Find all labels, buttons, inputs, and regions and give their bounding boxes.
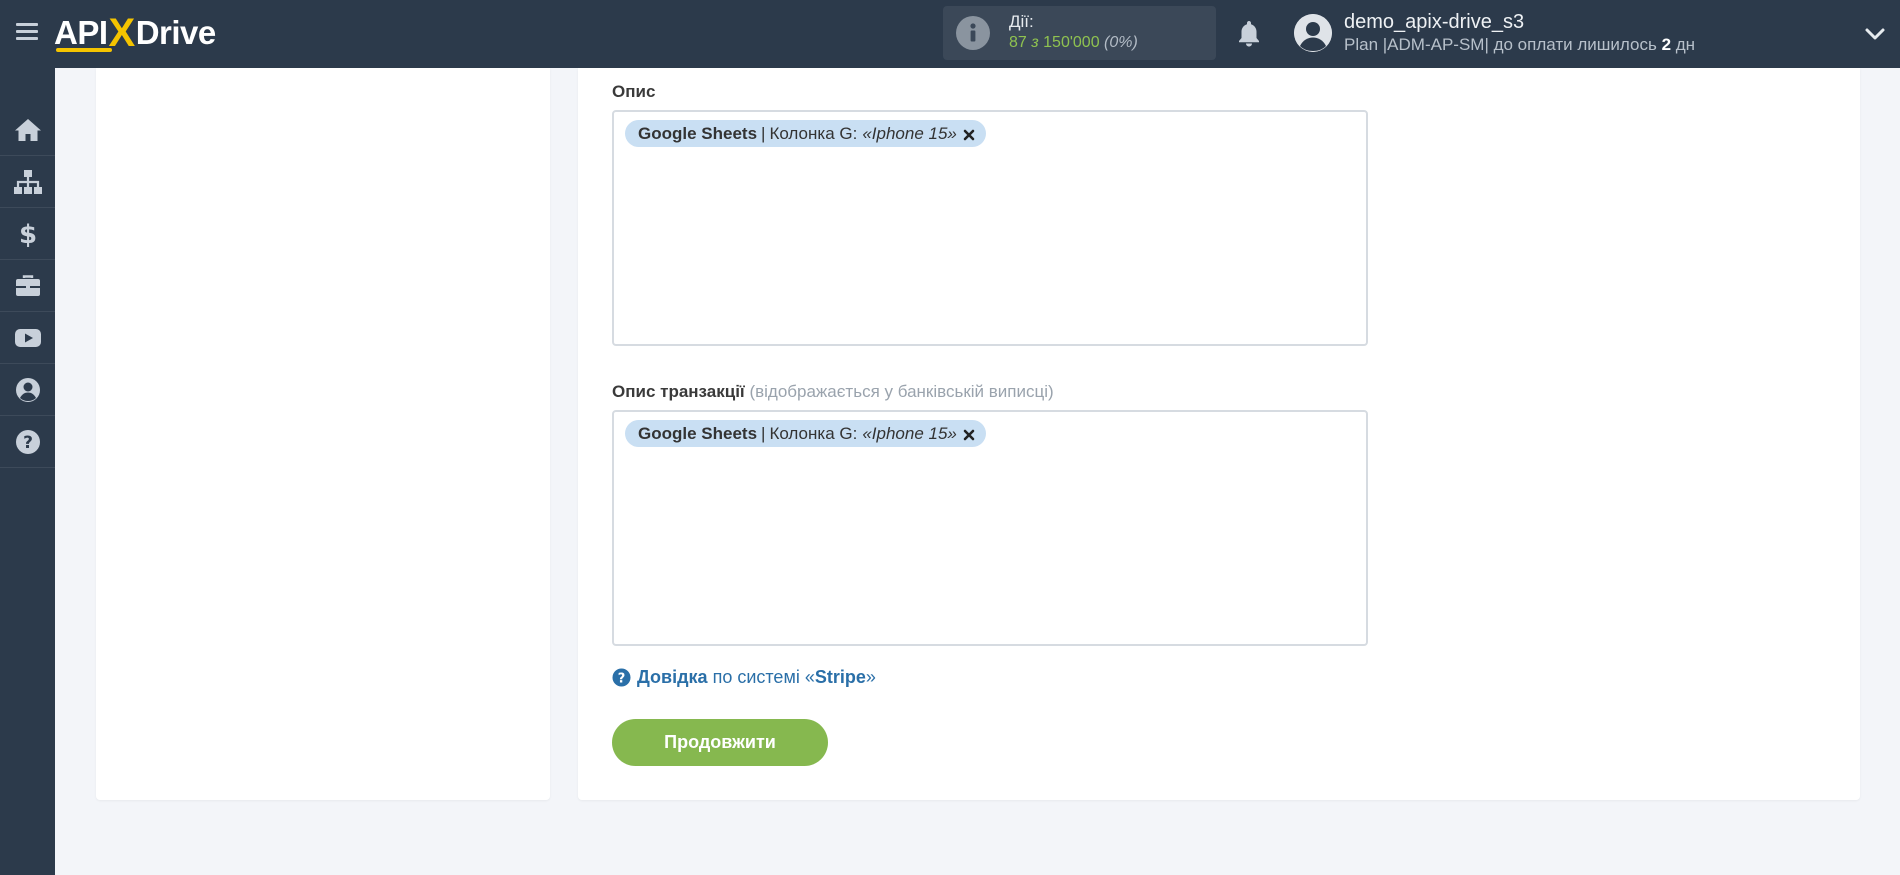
sidebar: $ ? bbox=[0, 68, 55, 875]
help-system: Stripe bbox=[814, 667, 866, 687]
chip-value: «Iphone 15» bbox=[862, 423, 957, 443]
chip-source: Google Sheets bbox=[638, 423, 758, 443]
main-panel: Опис Google Sheets | Колонка G: «Iphone … bbox=[578, 68, 1860, 800]
youtube-icon bbox=[14, 328, 41, 347]
continue-button[interactable]: Продовжити bbox=[612, 719, 828, 766]
chip-source: Google Sheets bbox=[638, 123, 758, 143]
briefcase-icon bbox=[15, 274, 40, 296]
plan-days-suffix: дн bbox=[1675, 35, 1696, 54]
menu-icon[interactable] bbox=[14, 20, 40, 46]
plan-days: 2 bbox=[1661, 35, 1672, 54]
actions-title: Дії: bbox=[1009, 12, 1034, 31]
help-end: » bbox=[865, 667, 876, 687]
logo-underline bbox=[56, 48, 112, 52]
plan-text: Plan |ADM-AP-SM| до оплати лишилось bbox=[1344, 35, 1657, 54]
sidebar-item-billing[interactable]: $ bbox=[0, 208, 55, 260]
transaction-description-label: Опис транзакції (відображається у банків… bbox=[612, 382, 1054, 402]
actions-percent: (0%) bbox=[1104, 34, 1138, 51]
question-circle-icon: ? bbox=[612, 668, 631, 687]
help-middle: по системі « bbox=[712, 667, 815, 687]
home-icon bbox=[14, 118, 41, 141]
description-chip[interactable]: Google Sheets | Колонка G: «Iphone 15» bbox=[625, 120, 986, 147]
bell-icon[interactable] bbox=[1233, 17, 1265, 49]
transaction-description-chip[interactable]: Google Sheets | Колонка G: «Iphone 15» bbox=[625, 420, 986, 447]
chip-separator: | bbox=[761, 423, 766, 443]
help-link-text[interactable]: Довідка bbox=[637, 667, 708, 688]
remove-chip-icon[interactable] bbox=[962, 127, 976, 141]
description-label: Опис bbox=[612, 82, 656, 101]
chip-column: Колонка G: bbox=[769, 423, 858, 443]
transaction-description-field[interactable]: Google Sheets | Колонка G: «Iphone 15» bbox=[612, 410, 1368, 646]
chevron-down-icon[interactable] bbox=[1863, 22, 1887, 46]
avatar[interactable] bbox=[1294, 14, 1332, 52]
actions-limit: 150'000 bbox=[1043, 34, 1100, 51]
sidebar-item-home[interactable] bbox=[0, 104, 55, 156]
sidebar-item-help[interactable]: ? bbox=[0, 416, 55, 468]
remove-chip-icon[interactable] bbox=[962, 427, 976, 441]
question-circle-icon: ? bbox=[15, 429, 40, 454]
logo-part1: API bbox=[54, 14, 108, 51]
actions-value: 87 з 150'000 (0%) bbox=[1009, 34, 1138, 52]
chip-separator: | bbox=[761, 123, 766, 143]
sidebar-item-profile[interactable] bbox=[0, 364, 55, 416]
dollar-icon: $ bbox=[18, 220, 36, 248]
sitemap-icon bbox=[13, 169, 42, 194]
info-icon bbox=[956, 16, 990, 50]
logo-x: X bbox=[108, 10, 136, 55]
svg-text:$: $ bbox=[18, 220, 36, 248]
sidebar-item-tools[interactable] bbox=[0, 260, 55, 312]
user-name[interactable]: demo_apix-drive_s3 bbox=[1344, 11, 1524, 34]
transaction-label-text: Опис транзакції bbox=[612, 382, 745, 401]
sidebar-item-video[interactable] bbox=[0, 312, 55, 364]
help-link[interactable]: ? Довідка по системі «Stripe» bbox=[612, 667, 876, 688]
logo-part2: Drive bbox=[135, 14, 217, 51]
top-bar: API X Drive Дії: 87 з 150'000 (0%) demo_… bbox=[0, 0, 1900, 68]
chip-value: «Iphone 15» bbox=[862, 123, 957, 143]
transaction-label-hint: (відображається у банківській виписці) bbox=[749, 382, 1054, 401]
user-circle-icon bbox=[15, 377, 40, 402]
description-field[interactable]: Google Sheets | Колонка G: «Iphone 15» bbox=[612, 110, 1368, 346]
left-panel bbox=[96, 68, 550, 800]
svg-text:?: ? bbox=[23, 433, 33, 453]
actions-used: 87 bbox=[1009, 34, 1027, 51]
svg-text:?: ? bbox=[618, 672, 626, 687]
user-plan: Plan |ADM-AP-SM| до оплати лишилось 2 дн bbox=[1344, 35, 1695, 55]
actions-counter[interactable]: Дії: 87 з 150'000 (0%) bbox=[943, 6, 1216, 60]
actions-of: з bbox=[1031, 34, 1039, 51]
sidebar-item-connections[interactable] bbox=[0, 156, 55, 208]
chip-column: Колонка G: bbox=[769, 123, 858, 143]
